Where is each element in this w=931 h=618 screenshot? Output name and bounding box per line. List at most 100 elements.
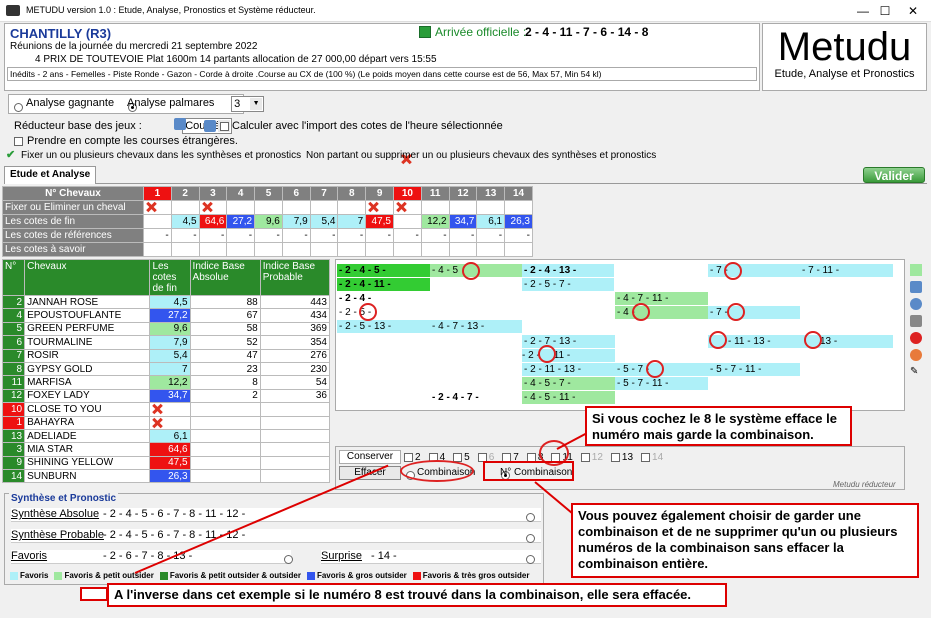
savoir-cell[interactable] — [420, 242, 450, 257]
ref-cell[interactable]: - — [254, 228, 283, 243]
grid-number[interactable]: 6 — [281, 186, 311, 201]
combo-cell[interactable]: - 7 - 11 - — [800, 264, 893, 277]
table-row[interactable]: 11 MARFISA 12,2 8 54 — [1, 375, 331, 390]
savoir-cell[interactable] — [226, 242, 256, 257]
help-icon[interactable] — [910, 298, 922, 310]
table-row[interactable]: 1 BAHAYRA — [1, 415, 331, 430]
ref-cell[interactable]: - — [420, 228, 450, 243]
table-row[interactable]: 8 GYPSY GOLD 7 23 230 — [1, 361, 331, 377]
savoir-cell[interactable] — [337, 242, 367, 257]
cote-cell[interactable]: 34,7 — [448, 214, 478, 229]
ref-cell[interactable]: - — [226, 228, 256, 243]
cote-cell[interactable]: 5,4 — [309, 214, 339, 229]
synth-probable-radio[interactable] — [526, 533, 535, 543]
table-row[interactable]: 10 CLOSE TO YOU — [1, 402, 331, 417]
settings-icon[interactable] — [910, 349, 922, 361]
fix-cell[interactable] — [142, 200, 172, 215]
tab-etude-analyse[interactable]: Etude et Analyse — [4, 166, 97, 184]
combo-cell[interactable]: - 2 - 5 - 13 - — [337, 320, 430, 333]
grid-number[interactable]: 7 — [309, 186, 339, 201]
conserver-button[interactable]: Conserver — [339, 450, 401, 464]
table-row[interactable]: 12 FOXEY LADY 34,7 2 36 — [1, 388, 331, 404]
combo-cell[interactable]: - 2 - 5 - — [337, 306, 430, 319]
table-row[interactable]: 6 TOURMALINE 7,9 52 354 — [1, 335, 331, 350]
combo-cell[interactable]: - 5 - 7 - 11 - — [615, 377, 708, 390]
combo-cell[interactable]: - 2 - 4 - 13 - — [522, 264, 614, 277]
grid-number[interactable]: 14 — [504, 186, 533, 201]
grid-number[interactable]: 4 — [226, 186, 256, 201]
combo-cell[interactable]: - 2 - 4 - — [337, 292, 430, 305]
combo-cell[interactable]: - 2 - 4 - 11 - — [337, 278, 430, 291]
grid-number[interactable]: 8 — [337, 186, 367, 201]
grid-number[interactable]: 10 — [393, 186, 422, 201]
cote-cell[interactable] — [393, 214, 422, 229]
grid-number[interactable]: 9 — [365, 186, 394, 201]
favoris-radio[interactable] — [284, 554, 293, 564]
number-checkbox-item[interactable]: 13 — [610, 451, 633, 463]
valider-button[interactable]: Valider — [863, 167, 925, 183]
fix-cell[interactable] — [309, 200, 339, 215]
fix-cell[interactable] — [420, 200, 450, 215]
savoir-cell[interactable] — [476, 242, 506, 257]
fix-cell[interactable] — [476, 200, 506, 215]
ref-cell[interactable]: - — [504, 228, 533, 243]
table-row[interactable]: 3 MIA STAR 64,6 — [1, 442, 331, 457]
savoir-cell[interactable] — [142, 242, 172, 257]
combo-cell[interactable]: - 4 - 7 - 13 - — [430, 320, 522, 333]
ref-cell[interactable]: - — [476, 228, 506, 243]
fix-cell[interactable] — [504, 200, 533, 215]
cote-cell[interactable]: 4,5 — [170, 214, 200, 229]
table-row[interactable]: 9 SHINING YELLOW 47,5 — [1, 455, 331, 471]
fix-cell[interactable] — [281, 200, 311, 215]
ref-cell[interactable]: - — [448, 228, 478, 243]
number-checkbox-item[interactable]: 14 — [641, 451, 663, 463]
number-checkbox-item[interactable]: 12 — [580, 451, 603, 463]
fix-cell[interactable] — [170, 200, 200, 215]
savoir-cell[interactable] — [281, 242, 311, 257]
surprise-radio[interactable] — [526, 554, 535, 564]
combo-cell[interactable]: - 2 - 11 - — [522, 349, 615, 362]
table-row[interactable]: 7 ROSIR 5,4 47 276 — [1, 348, 331, 363]
ref-cell[interactable]: - — [393, 228, 422, 243]
number-checkbox[interactable] — [580, 452, 590, 462]
synth-absolue-radio[interactable] — [526, 512, 535, 522]
ref-cell[interactable]: - — [337, 228, 367, 243]
stop-icon[interactable] — [910, 332, 922, 344]
ref-cell[interactable]: - — [198, 228, 228, 243]
savoir-cell[interactable] — [365, 242, 394, 257]
copy-icon[interactable] — [174, 118, 186, 130]
table-row[interactable]: 4 EPOUSTOUFLANTE 27,2 67 434 — [1, 308, 331, 323]
cote-cell[interactable]: 7 — [337, 214, 367, 229]
savoir-cell[interactable] — [309, 242, 339, 257]
ref-cell[interactable]: - — [281, 228, 311, 243]
cote-cell[interactable]: 26,3 — [504, 214, 533, 229]
savoir-cell[interactable] — [170, 242, 200, 257]
palmares-select[interactable]: 3 ▼ — [231, 96, 265, 112]
combo-cell[interactable]: - 4 - 5 - 7 - — [522, 377, 615, 390]
import-icon[interactable] — [204, 120, 216, 132]
cote-cell[interactable]: 6,1 — [476, 214, 506, 229]
fix-cell[interactable] — [226, 200, 256, 215]
combo-cell[interactable]: - 2 - 4 - 5 - — [337, 264, 430, 277]
ref-cell[interactable]: - — [170, 228, 200, 243]
combo-cell[interactable]: - 4 - 5 - 11 - — [522, 391, 615, 404]
fix-cell[interactable] — [393, 200, 422, 215]
cote-cell[interactable]: 27,2 — [226, 214, 256, 229]
fix-cell[interactable] — [337, 200, 367, 215]
savoir-cell[interactable] — [393, 242, 422, 257]
grid-number[interactable]: 11 — [420, 186, 450, 201]
ref-cell[interactable]: - — [365, 228, 394, 243]
combo-cell[interactable]: - 2 - 5 - 7 - — [522, 278, 614, 291]
savoir-cell[interactable] — [254, 242, 283, 257]
analyse-gagnante-radio[interactable] — [14, 102, 23, 112]
cote-cell[interactable]: 7,9 — [281, 214, 311, 229]
combo-cell[interactable]: - 2 - 7 - 13 - — [522, 335, 615, 348]
savoir-cell[interactable] — [504, 242, 533, 257]
combo-cell[interactable]: - 2 - 4 - 7 - — [430, 391, 522, 404]
savoir-cell[interactable] — [198, 242, 228, 257]
grid-number[interactable]: 13 — [476, 186, 506, 201]
combo-cell[interactable]: - 2 - 11 - 13 - — [522, 363, 615, 376]
number-checkbox[interactable] — [453, 452, 463, 462]
number-checkbox[interactable] — [610, 452, 620, 462]
green-legend-icon[interactable] — [910, 264, 922, 276]
